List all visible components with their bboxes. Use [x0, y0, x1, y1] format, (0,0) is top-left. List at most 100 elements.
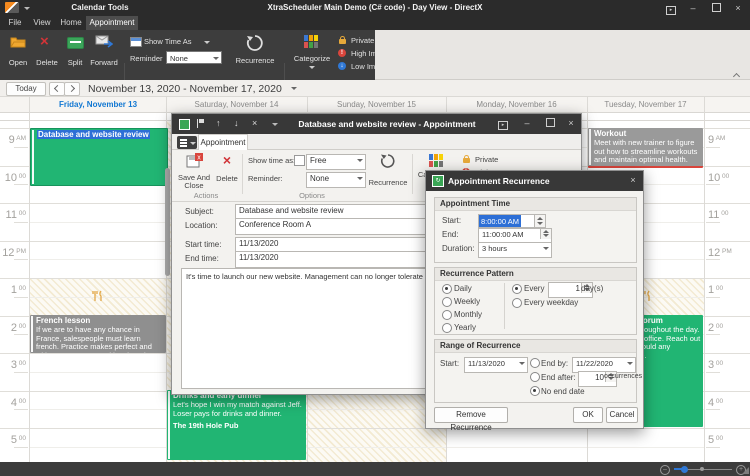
zoom-slider-thumb[interactable]: [681, 466, 688, 473]
column-header-1[interactable]: Friday, November 13: [30, 97, 166, 113]
radio-yearly[interactable]: [442, 323, 452, 333]
ribbon-options-icon[interactable]: ▸: [664, 3, 678, 13]
ribbon-collapse-chevron-icon[interactable]: [734, 66, 742, 74]
location-label: Location:: [185, 221, 217, 230]
column-divider: [29, 97, 30, 121]
context-tab-title: Calendar Tools: [60, 3, 140, 12]
categorize-button[interactable]: Categorize: [292, 34, 332, 74]
recur-end-spinner[interactable]: [540, 228, 551, 239]
ok-button[interactable]: OK: [573, 407, 603, 423]
column-divider: [166, 97, 167, 121]
move-up-icon[interactable]: ↑: [216, 118, 221, 128]
recurrence-close-icon[interactable]: ×: [626, 175, 640, 185]
ruler-hour-label: 4 00: [708, 393, 748, 411]
dialog-reminder-combobox[interactable]: None: [306, 172, 366, 188]
reminder-label: Reminder: [130, 54, 163, 63]
appointment-database-review[interactable]: Database and website review: [30, 128, 168, 186]
recurrence-icon: [380, 153, 396, 169]
forward-button[interactable]: Forward: [88, 33, 120, 69]
ruler-hour-label: 4 00: [2, 393, 26, 411]
radio-end-after[interactable]: [530, 372, 540, 382]
today-button[interactable]: Today: [6, 82, 46, 96]
maximize-icon[interactable]: [709, 3, 723, 13]
reminder-combobox[interactable]: None: [166, 51, 222, 64]
svg-text:x: x: [197, 155, 201, 162]
duration-caret-icon: [543, 247, 549, 250]
app-logo-icon[interactable]: [5, 2, 19, 13]
column-header-3[interactable]: Sunday, November 15: [307, 97, 446, 113]
range-start-label: Start:: [440, 359, 459, 368]
range-start-combobox[interactable]: 11/13/2020: [464, 357, 528, 373]
radio-every-weekday[interactable]: [512, 298, 522, 308]
recur-start-field[interactable]: 8:00:00 AM: [478, 214, 546, 228]
minimize-icon[interactable]: –: [686, 3, 700, 13]
radio-end-by[interactable]: [530, 358, 540, 368]
dialog-reminder-label: Reminder:: [248, 174, 283, 183]
dialog-private-button[interactable]: Private: [462, 154, 552, 165]
prev-day-button[interactable]: [49, 82, 65, 96]
appointment-french-lesson[interactable]: French lesson If we are to have any chan…: [30, 315, 166, 353]
appointment-icon[interactable]: [179, 119, 190, 130]
ruler-hour-label: 1 00: [2, 280, 26, 298]
radio-daily[interactable]: [442, 284, 452, 294]
dialog-close-icon[interactable]: ×: [564, 118, 578, 128]
vertical-scrollbar-thumb[interactable]: [165, 168, 170, 276]
move-down-icon[interactable]: ↓: [234, 118, 239, 128]
ruler-hour-label: 5 00: [2, 430, 26, 448]
qat-close-icon[interactable]: ×: [252, 118, 257, 128]
open-button[interactable]: Open: [4, 33, 32, 69]
radio-monthly[interactable]: [442, 310, 452, 320]
dialog-minimize-icon[interactable]: –: [520, 118, 534, 128]
ribbon: Open × Delete Split Forward Actions Show…: [0, 30, 375, 80]
forward-envelope-icon: [95, 34, 113, 48]
split-button[interactable]: Split: [62, 33, 88, 69]
ruler-hour-label: 3 00: [708, 355, 748, 373]
radio-weekly[interactable]: [442, 297, 452, 307]
dialog-tab-appointment[interactable]: Appointment: [198, 134, 248, 151]
column-header-2[interactable]: Saturday, November 14: [166, 97, 307, 113]
ruler-hour-label: 2 00: [2, 318, 26, 336]
range-start-caret-icon: [519, 362, 525, 365]
recurrence-button[interactable]: Recurrence: [232, 34, 278, 70]
zoom-out-icon[interactable]: –: [660, 465, 670, 475]
radio-every-n-days[interactable]: [512, 284, 522, 294]
date-range-label[interactable]: November 13, 2020 - November 17, 2020: [88, 83, 291, 95]
delete-button[interactable]: × Delete: [33, 33, 61, 69]
file-menu-button[interactable]: [177, 136, 197, 149]
column-header-4[interactable]: Monday, November 16: [446, 97, 587, 113]
recur-start-label: Start:: [442, 216, 461, 225]
show-time-as-button[interactable]: Show Time As: [130, 36, 220, 48]
next-day-button[interactable]: [64, 82, 80, 96]
radio-no-end-date[interactable]: [530, 386, 540, 396]
cancel-button[interactable]: Cancel: [606, 407, 638, 423]
remove-recurrence-button[interactable]: Remove Recurrence: [434, 407, 508, 423]
recurrence-dialog-titlebar[interactable]: ↻ Appointment Recurrence ×: [426, 171, 643, 191]
appointment-workout[interactable]: Workout Meet with new trainer to figure …: [588, 128, 703, 168]
column-header-5[interactable]: Tuesday, November 17: [587, 97, 704, 113]
tab-file[interactable]: File: [2, 16, 28, 30]
dialog-recurrence-button[interactable]: Recurrence: [366, 152, 410, 198]
duration-combobox[interactable]: 3 hours: [478, 242, 552, 258]
dialog-maximize-icon[interactable]: [543, 118, 557, 128]
ruler-hour-label: 9 AM: [708, 130, 748, 148]
dialog-ribbon-options-icon[interactable]: ▸: [496, 118, 510, 128]
tab-home[interactable]: Home: [56, 16, 86, 30]
appointment-drinks-dinner[interactable]: Drinks and early dinner Let's hope I win…: [167, 390, 306, 460]
duration-label: Duration:: [442, 244, 474, 253]
zoom-slider[interactable]: [674, 469, 732, 470]
qat-caret-icon[interactable]: [272, 123, 278, 126]
appointment-dialog-titlebar[interactable]: ↑ ↓ × Database and website review - Appo…: [172, 114, 581, 134]
chevron-left-icon: [54, 85, 61, 92]
recur-start-spinner[interactable]: [534, 215, 545, 227]
ruler-hour-label: 12 PM: [2, 243, 26, 261]
resize-grip-icon[interactable]: [742, 467, 749, 474]
close-icon[interactable]: ×: [731, 3, 745, 13]
gridline: [30, 447, 704, 448]
show-time-as-combobox[interactable]: Free: [306, 154, 366, 170]
column-divider: [704, 97, 705, 121]
tab-appointment[interactable]: Appointment: [86, 16, 138, 30]
recur-end-label: End:: [442, 230, 458, 239]
tab-view[interactable]: View: [28, 16, 56, 30]
reminder-caret-icon: [213, 57, 219, 60]
flag-icon[interactable]: [197, 119, 205, 128]
